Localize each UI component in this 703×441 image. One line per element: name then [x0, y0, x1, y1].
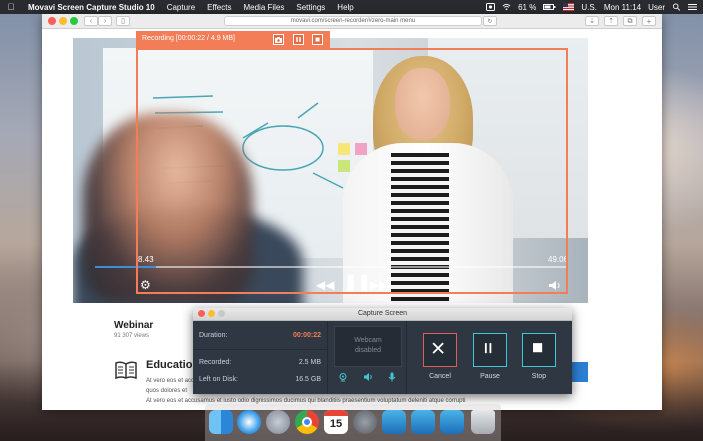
education-heading: Education [146, 359, 200, 371]
webinar-views: 91 307 views [114, 333, 150, 339]
capture-panel-titlebar: Capture Screen [193, 308, 572, 321]
movavi-tray-icon[interactable] [486, 3, 496, 11]
stop-label: Stop [531, 373, 547, 380]
movavi-player-icon[interactable] [440, 410, 464, 434]
recorded-value: 2.5 MB [298, 359, 321, 366]
menu-capture[interactable]: Capture [161, 3, 201, 12]
recording-area-frame[interactable] [136, 48, 568, 294]
battery-percent: 61 % [518, 2, 537, 12]
battery-icon[interactable] [543, 3, 556, 11]
microphone-icon[interactable] [387, 372, 397, 382]
panel-divider [327, 321, 328, 394]
list-icon[interactable] [688, 3, 697, 11]
new-tab-button[interactable]: + [642, 16, 656, 26]
system-audio-icon[interactable] [363, 372, 373, 382]
calendar-icon[interactable]: 15 [324, 410, 348, 434]
recording-toolbar: Recording [00:00:22 / 4.9 MB] [136, 31, 330, 48]
disk-row: Left on Disk: 16.5 GB [199, 376, 321, 383]
menu-settings[interactable]: Settings [290, 3, 331, 12]
search-icon[interactable] [672, 3, 681, 11]
screenshot-camera-icon[interactable] [273, 34, 284, 45]
system-preferences-icon[interactable] [353, 410, 377, 434]
pause-label: Pause [480, 373, 500, 380]
dock: 15 [205, 404, 501, 441]
menu-user[interactable]: User [648, 3, 665, 12]
capture-screen-panel: Capture Screen Duration: 00:00:22 Record… [193, 308, 572, 394]
address-url: movavi.com/screen-recorder/#zero-main me… [290, 18, 416, 24]
menu-media-files[interactable]: Media Files [237, 3, 290, 12]
sidebar-icon[interactable]: ▯ [116, 16, 130, 26]
movavi-icon[interactable] [382, 410, 406, 434]
stats-divider [193, 349, 327, 350]
webcam-toggle-icon[interactable] [338, 372, 348, 382]
webcam-status-line1: Webcam [354, 337, 382, 344]
body-text-line: quos dolores et [146, 388, 188, 394]
address-bar[interactable]: movavi.com/screen-recorder/#zero-main me… [224, 16, 482, 26]
disk-value: 16.5 GB [295, 376, 321, 383]
share-icon[interactable]: ⇡ [604, 16, 618, 26]
window-zoom-button[interactable] [70, 17, 78, 25]
wifi-icon[interactable] [502, 3, 511, 11]
recording-stats: Duration: 00:00:22 Recorded: 2.5 MB Left… [193, 321, 327, 394]
cancel-x-icon [432, 342, 444, 354]
capture-panel-title: Capture Screen [357, 310, 408, 317]
forward-button[interactable]: › [98, 16, 112, 26]
duration-value: 00:00:22 [292, 332, 321, 339]
webinar-title: Webinar [114, 320, 154, 331]
webcam-preview[interactable]: Webcam disabled [334, 326, 402, 367]
safari-icon[interactable] [237, 410, 261, 434]
stop-button[interactable] [522, 333, 556, 367]
finder-icon[interactable] [209, 410, 233, 434]
back-button[interactable]: ‹ [84, 16, 98, 26]
cancel-button[interactable] [423, 333, 457, 367]
window-minimize-button[interactable] [59, 17, 67, 25]
menu-clock[interactable]: Mon 11:14 [604, 3, 641, 12]
reload-icon[interactable]: ↻ [483, 16, 497, 26]
apple-menu-icon[interactable]:  [0, 2, 22, 12]
menu-app-name[interactable]: Movavi Screen Capture Studio 10 [22, 3, 161, 12]
pause-button[interactable] [473, 333, 507, 367]
pause-icon [484, 343, 492, 354]
launchpad-icon[interactable] [266, 410, 290, 434]
recording-status-label: Recording [00:00:22 / 4.9 MB] [142, 35, 235, 42]
book-icon [115, 361, 137, 380]
menu-bar:  Movavi Screen Capture Studio 10 Captur… [0, 0, 703, 14]
disk-label: Left on Disk: [199, 376, 238, 383]
us-flag-icon[interactable] [563, 3, 575, 11]
movavi-editor-icon[interactable] [411, 410, 435, 434]
recorded-row: Recorded: 2.5 MB [199, 359, 321, 366]
browser-toolbar: ‹ › ▯ movavi.com/screen-recorder/#zero-m… [42, 14, 662, 29]
cancel-label: Cancel [429, 373, 451, 380]
menu-effects[interactable]: Effects [201, 3, 237, 12]
recording-pause-icon[interactable] [293, 34, 304, 45]
chrome-icon[interactable] [295, 410, 319, 434]
page-cta-button[interactable] [570, 362, 588, 382]
window-close-button[interactable] [48, 17, 56, 25]
duration-label: Duration: [199, 332, 228, 339]
tabs-icon[interactable]: ⧉ [623, 16, 637, 26]
menu-help[interactable]: Help [331, 3, 359, 12]
calendar-day: 15 [329, 418, 343, 430]
trash-icon[interactable] [471, 410, 495, 434]
webcam-status-line2: disabled [354, 347, 382, 354]
panel-divider [406, 321, 407, 394]
download-icon[interactable]: ⇣ [585, 16, 599, 26]
recording-stop-icon[interactable] [312, 34, 323, 45]
stop-icon [533, 343, 543, 353]
recorded-label: Recorded: [199, 359, 232, 366]
duration-row: Duration: 00:00:22 [199, 332, 321, 339]
input-source[interactable]: U.S. [581, 3, 597, 12]
